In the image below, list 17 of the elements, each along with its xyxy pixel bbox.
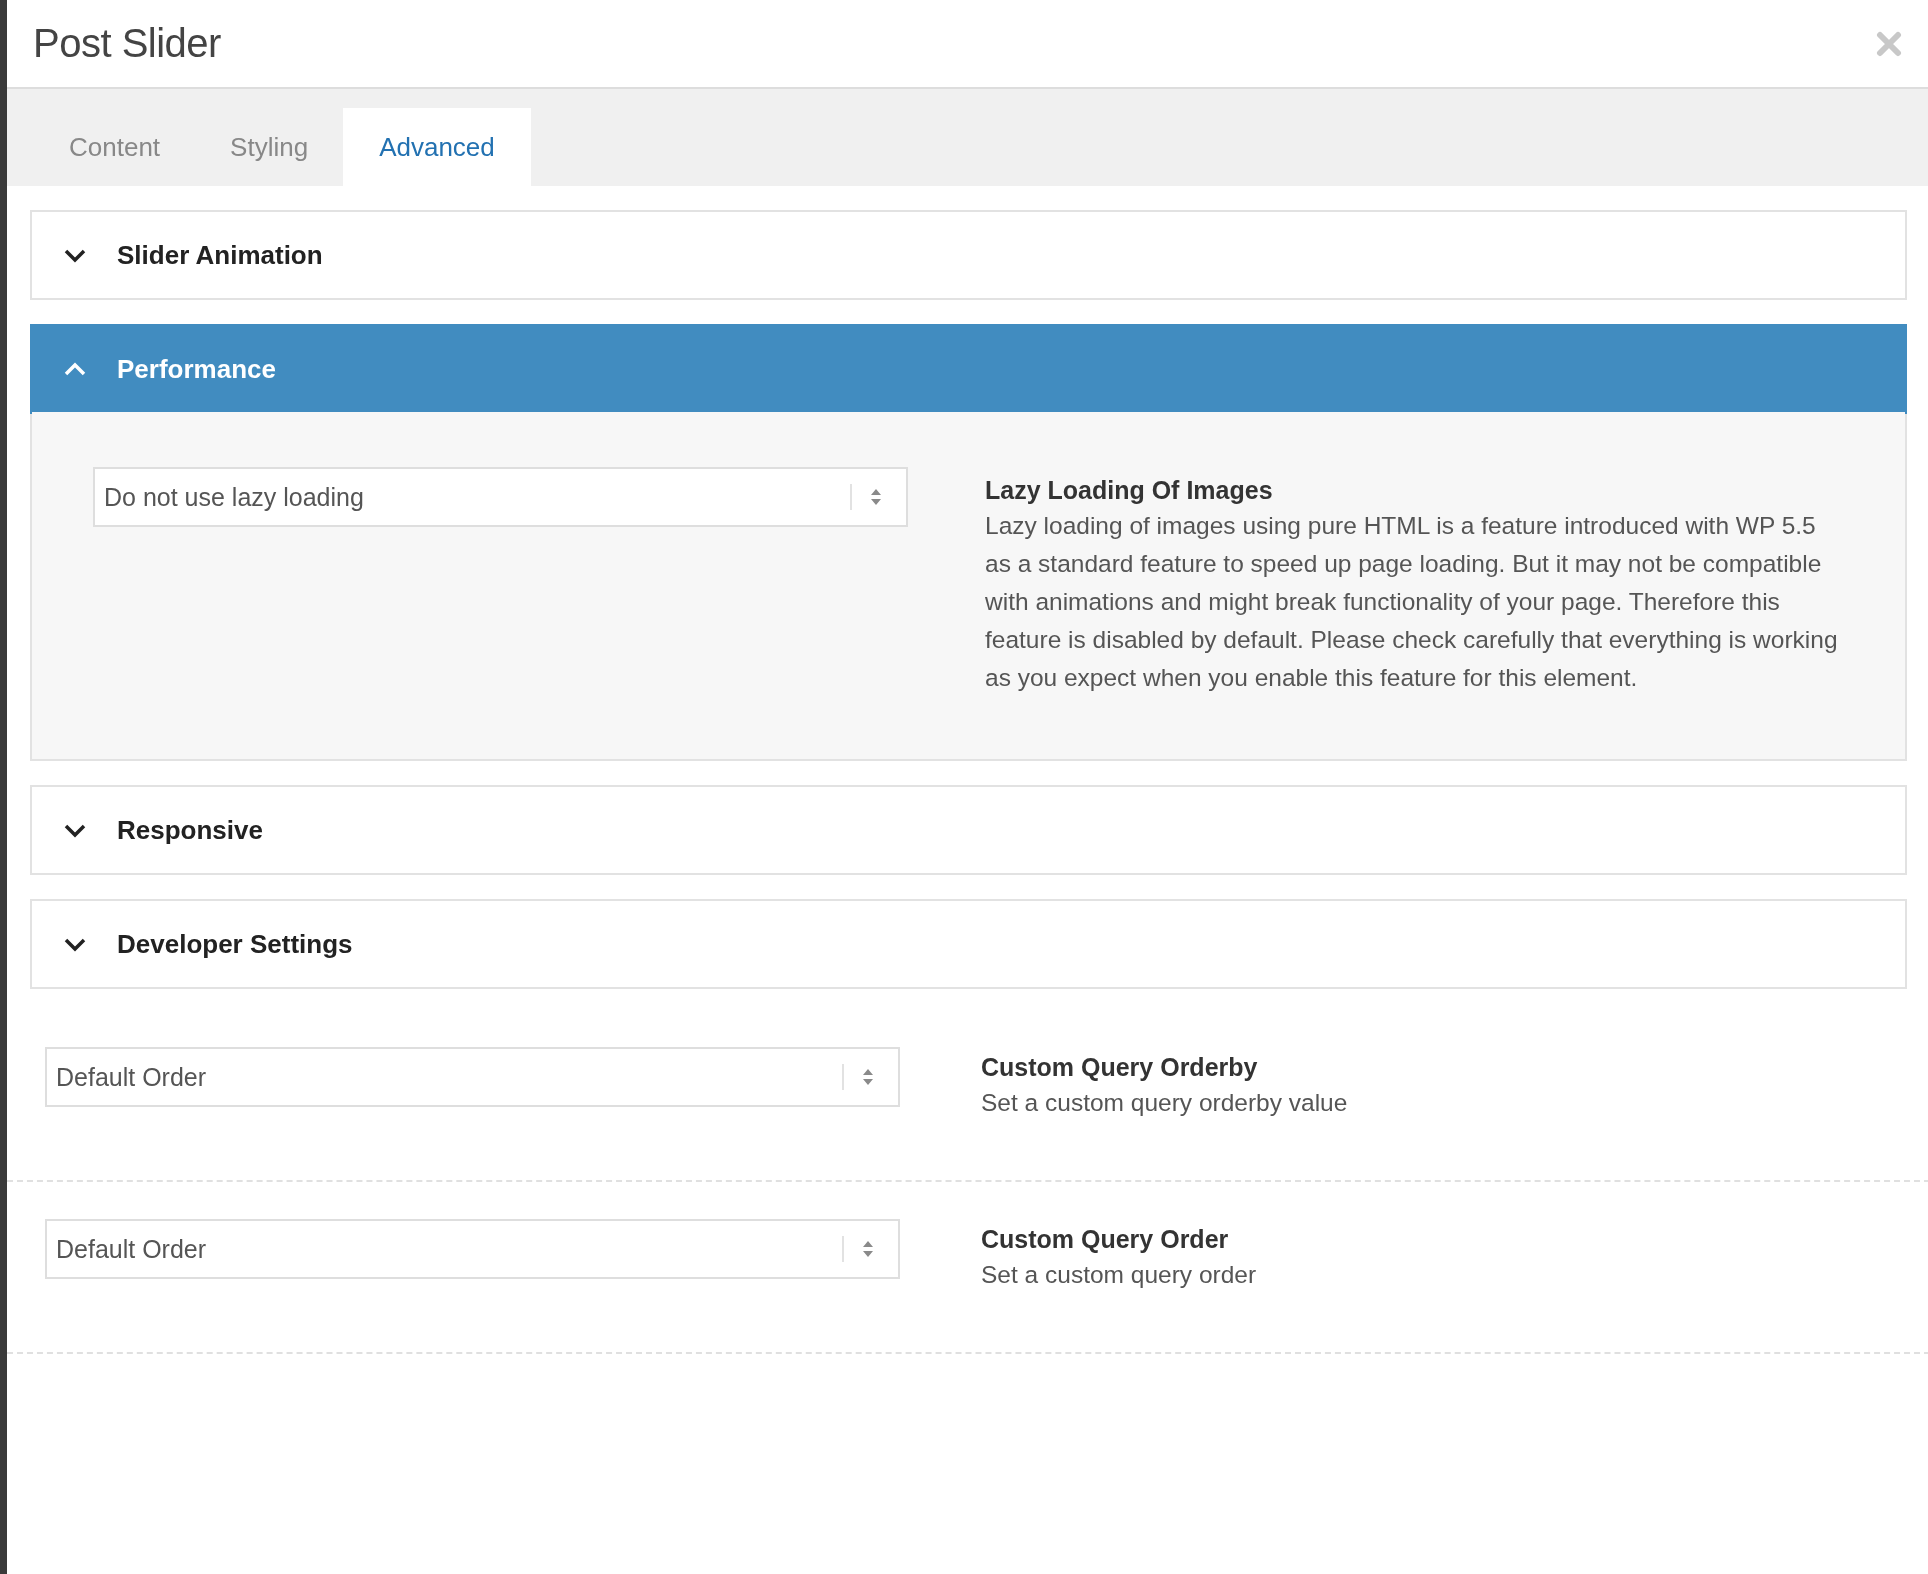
select-field[interactable]: Do not use lazy loading bbox=[93, 467, 908, 527]
dialog-title: Post Slider bbox=[33, 21, 221, 66]
chevron-up-icon bbox=[63, 360, 87, 378]
select-field[interactable]: Default Order bbox=[45, 1219, 900, 1279]
sort-arrows-icon bbox=[870, 488, 882, 506]
field-description: Lazy loading of images using pure HTML is a feature introduced with WP 5.5 as a standard feature to speed up page loading. But it may not be compatible with animations and might break functionality of your page. Therefore this feature is disabled by default. Please check carefully that everything is working as you expect when you enable this feature for this element. bbox=[985, 511, 1839, 693]
select-field[interactable]: Default Order bbox=[45, 1047, 900, 1107]
field-label: Custom Query Orderby bbox=[981, 1052, 1259, 1083]
sort-arrows-icon bbox=[862, 1068, 874, 1086]
field-description: Set a custom query orderby value bbox=[981, 1088, 1348, 1118]
tab[interactable]: Advanced bbox=[343, 108, 531, 186]
field-description: Set a custom query order bbox=[981, 1260, 1257, 1290]
field-label: Lazy Loading Of Images bbox=[985, 475, 1274, 506]
sort-arrows-icon bbox=[862, 1240, 874, 1258]
section-header[interactable]: Performance bbox=[30, 324, 1907, 414]
field-label: Custom Query Order bbox=[981, 1224, 1230, 1255]
close-icon[interactable] bbox=[1876, 30, 1902, 57]
